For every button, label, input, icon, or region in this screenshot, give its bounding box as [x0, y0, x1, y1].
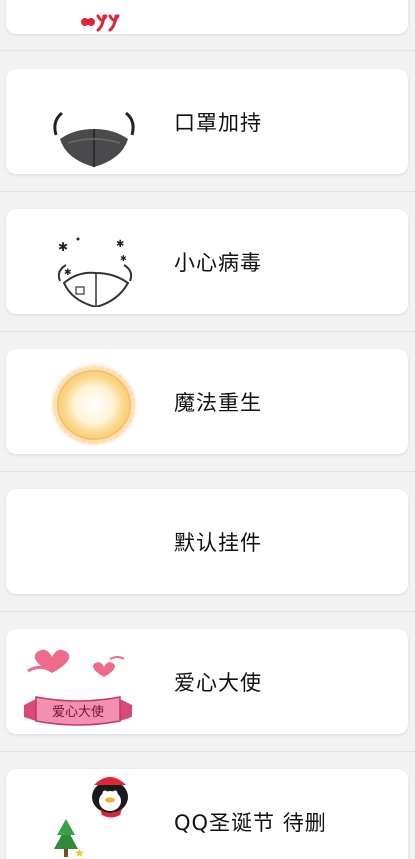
list-item-default-pendant[interactable]: 默认挂件 — [6, 489, 408, 594]
svg-text:✱: ✱ — [116, 239, 124, 250]
item-label: 口罩加持 — [174, 110, 262, 135]
divider — [0, 751, 415, 752]
list-item-love-ambassador[interactable]: 爱心大使 爱心大使 — [6, 629, 408, 734]
list-item-magic-rebirth[interactable]: 魔法重生 — [6, 349, 408, 454]
ribbon-text: 爱心大使 — [52, 704, 104, 720]
face-mask-icon — [44, 77, 144, 167]
list-item-beware-virus[interactable]: ✱ ✱ ✱ ✱ 小心病毒 — [6, 209, 408, 314]
item-label: 魔法重生 — [174, 390, 262, 415]
item-label: 爱心大使 — [174, 670, 262, 695]
pendant-list-page: 口罩加持 ✱ ✱ ✱ ✱ 小心病毒 魔法重生 默认挂件 爱心大使 爱心大使 ★ … — [0, 0, 415, 859]
list-item-partial[interactable] — [6, 0, 408, 34]
list-item-mask-blessing[interactable]: 口罩加持 — [6, 69, 408, 174]
divider — [0, 611, 415, 612]
glowing-orb-icon — [44, 357, 144, 447]
svg-text:★: ★ — [74, 846, 85, 859]
divider — [0, 471, 415, 472]
item-label: QQ圣诞节 待删 — [174, 810, 327, 835]
divider — [0, 191, 415, 192]
heart-ribbon-icon: 爱心大使 — [14, 637, 144, 727]
divider — [0, 331, 415, 332]
virus-mask-sketch-icon: ✱ ✱ ✱ ✱ — [44, 217, 144, 307]
qq-christmas-icon: ★ — [44, 771, 144, 859]
svg-text:✱: ✱ — [120, 254, 127, 263]
svg-text:✱: ✱ — [64, 268, 72, 278]
item-label: 小心病毒 — [174, 250, 262, 275]
divider — [0, 50, 415, 51]
list-item-qq-christmas[interactable]: ★ QQ圣诞节 待删 — [6, 769, 408, 859]
svg-text:✱: ✱ — [58, 240, 68, 254]
partial-thumbnail-icon — [76, 6, 126, 32]
item-label: 默认挂件 — [174, 530, 262, 555]
